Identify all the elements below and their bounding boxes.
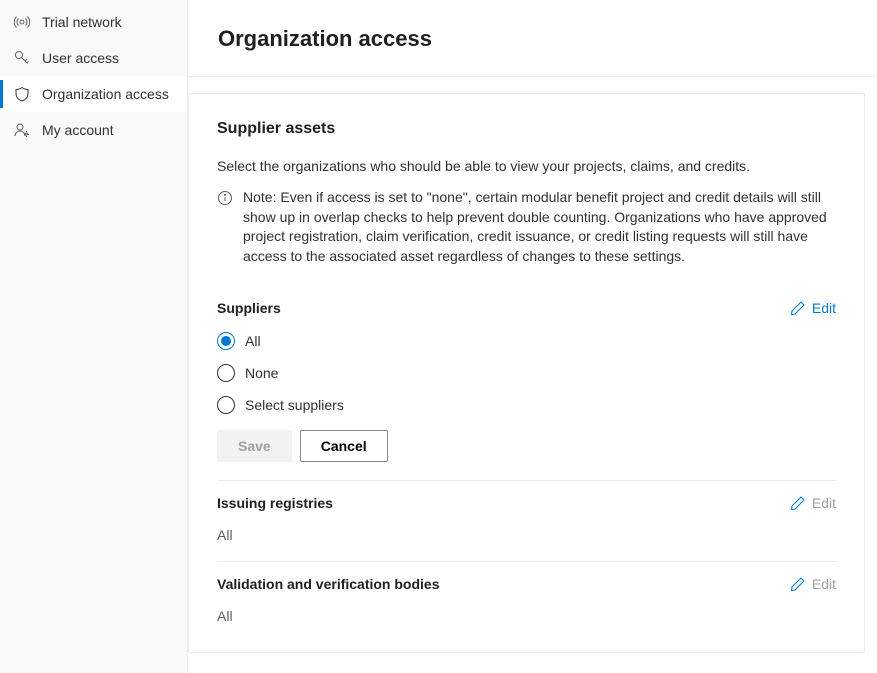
vvb-header: Validation and verification bodies Edit — [217, 576, 836, 592]
sidebar-item-label: User access — [42, 50, 119, 66]
edit-vvb-link[interactable]: Edit — [790, 576, 836, 592]
radio-option-select-suppliers[interactable]: Select suppliers — [217, 396, 836, 414]
suppliers-section: Suppliers Edit All None — [217, 286, 836, 480]
radio-label: All — [245, 333, 261, 349]
pencil-icon — [790, 300, 806, 316]
page-header: Organization access — [188, 0, 877, 77]
edit-label: Edit — [812, 576, 836, 592]
suppliers-header: Suppliers Edit — [217, 300, 836, 316]
note-row: Note: Even if access is set to "none", c… — [217, 188, 836, 266]
radio-label: Select suppliers — [245, 397, 344, 413]
note-text: Note: Even if access is set to "none", c… — [243, 188, 836, 266]
sidebar-item-my-account[interactable]: My account — [0, 112, 187, 148]
sidebar: Trial network User access Organization a… — [0, 0, 188, 673]
sidebar-item-label: My account — [42, 122, 114, 138]
radio-label: None — [245, 365, 278, 381]
suppliers-radio-group: All None Select suppliers — [217, 332, 836, 414]
issuing-registries-section: Issuing registries Edit All — [217, 480, 836, 561]
pencil-icon — [790, 576, 806, 592]
vvb-title: Validation and verification bodies — [217, 576, 440, 592]
cancel-button[interactable]: Cancel — [300, 430, 388, 462]
supplier-assets-card: Supplier assets Select the organizations… — [188, 93, 865, 653]
person-icon — [14, 122, 30, 138]
key-icon — [14, 50, 30, 66]
sidebar-item-trial-network[interactable]: Trial network — [0, 4, 187, 40]
radio-circle — [217, 396, 235, 414]
issuing-registries-title: Issuing registries — [217, 495, 333, 511]
pencil-icon — [790, 495, 806, 511]
sidebar-item-user-access[interactable]: User access — [0, 40, 187, 76]
main-content: Organization access Supplier assets Sele… — [188, 0, 877, 673]
vvb-section: Validation and verification bodies Edit … — [217, 561, 836, 642]
radio-circle — [217, 332, 235, 350]
page-title: Organization access — [218, 26, 847, 52]
card-title: Supplier assets — [217, 120, 836, 138]
suppliers-button-row: Save Cancel — [217, 430, 836, 462]
edit-label: Edit — [812, 300, 836, 316]
edit-suppliers-link[interactable]: Edit — [790, 300, 836, 316]
shield-icon — [14, 86, 30, 102]
sidebar-item-organization-access[interactable]: Organization access — [0, 76, 187, 112]
vvb-value: All — [217, 608, 836, 624]
radio-option-none[interactable]: None — [217, 364, 836, 382]
radio-option-all[interactable]: All — [217, 332, 836, 350]
edit-issuing-registries-link[interactable]: Edit — [790, 495, 836, 511]
info-icon — [217, 190, 233, 209]
save-button[interactable]: Save — [217, 430, 292, 462]
radio-circle — [217, 364, 235, 382]
sidebar-item-label: Trial network — [42, 14, 122, 30]
broadcast-icon — [14, 14, 30, 30]
issuing-registries-value: All — [217, 527, 836, 543]
issuing-registries-header: Issuing registries Edit — [217, 495, 836, 511]
card-description: Select the organizations who should be a… — [217, 158, 836, 174]
suppliers-title: Suppliers — [217, 300, 281, 316]
edit-label: Edit — [812, 495, 836, 511]
sidebar-item-label: Organization access — [42, 86, 169, 102]
